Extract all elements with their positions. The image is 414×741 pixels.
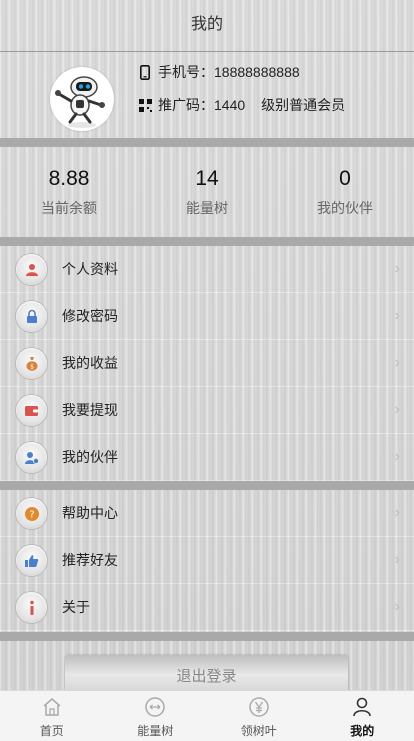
phone-icon	[138, 64, 152, 80]
menu-item-about[interactable]: 关于 ›	[0, 584, 414, 631]
chevron-right-icon: ›	[394, 551, 400, 568]
yen-icon	[207, 695, 311, 719]
tab-label: 能量树	[137, 724, 174, 738]
logout-label: 退出登录	[176, 668, 237, 685]
menu-item-label: 帮助中心	[62, 505, 118, 521]
menu-item-label: 个人资料	[62, 261, 118, 277]
person-icon	[311, 695, 414, 719]
menu-item-label: 我的伙伴	[62, 449, 118, 465]
partners-label: 我的伙伴	[317, 200, 373, 216]
level-value: 普通会员	[289, 97, 346, 113]
section-divider	[0, 632, 414, 641]
lock-icon	[16, 301, 47, 332]
chevron-right-icon: ›	[394, 448, 400, 465]
section-divider	[0, 138, 414, 147]
partners-value: 0	[339, 167, 351, 190]
menu-item-earnings[interactable]: $ 我的收益 ›	[0, 340, 414, 387]
balance-label: 当前余额	[41, 200, 97, 216]
menu-item-partners[interactable]: 我的伙伴 ›	[0, 434, 414, 481]
menu-item-recommend-friends[interactable]: 推荐好友 ›	[0, 537, 414, 584]
menu-group-help: ? 帮助中心 › 推荐好友 › 关于 ›	[0, 490, 414, 631]
menu-item-change-password[interactable]: 修改密码 ›	[0, 293, 414, 340]
stats-row: 8.88 当前余额 14 能量树 0 我的伙伴	[0, 147, 414, 237]
chevron-right-icon: ›	[394, 354, 400, 371]
promo-code: 1440	[214, 97, 246, 113]
bottom-tab-bar: 首页 能量树 领树叶 我的	[0, 690, 414, 741]
balance-value: 8.88	[48, 167, 90, 190]
tab-energy-tree[interactable]: 能量树	[104, 691, 208, 741]
svg-text:?: ?	[29, 509, 34, 520]
page-title: 我的	[190, 16, 223, 33]
section-divider	[0, 237, 414, 246]
menu-item-label: 关于	[62, 599, 90, 615]
help-icon: ?	[16, 498, 47, 529]
menu-group-account: 个人资料 › 修改密码 › $ 我的收益 › 我要提现 › 我的伙伴 ›	[0, 246, 414, 481]
level-label: 级别	[261, 97, 290, 113]
menu-item-withdraw[interactable]: 我要提现 ›	[0, 387, 414, 434]
phone-row: 手机号： 18888888888	[138, 62, 300, 82]
page-header: 我的	[0, 0, 414, 52]
tab-mine[interactable]: 我的	[311, 691, 414, 741]
menu-item-help-center[interactable]: ? 帮助中心 ›	[0, 490, 414, 537]
phone-number: 18888888888	[214, 64, 300, 80]
money-bag-icon: $	[16, 348, 47, 379]
qr-code-icon	[138, 97, 152, 113]
home-icon	[0, 695, 104, 719]
partner-icon	[16, 442, 47, 473]
menu-item-profile[interactable]: 个人资料 ›	[0, 246, 414, 293]
tab-label: 领树叶	[240, 724, 277, 738]
robot-avatar-icon	[55, 76, 105, 128]
phone-label: 手机号：	[158, 64, 214, 80]
thumbs-up-icon	[16, 545, 47, 576]
energy-icon	[104, 695, 208, 719]
energy-tree-label: 能量树	[186, 200, 228, 216]
promo-label: 推广码：	[158, 97, 214, 113]
section-divider	[0, 481, 414, 490]
tab-label: 首页	[39, 724, 64, 738]
chevron-right-icon: ›	[394, 260, 400, 277]
wallet-icon	[16, 395, 47, 426]
tab-collect-leaves[interactable]: 领树叶	[207, 691, 311, 741]
avatar[interactable]	[50, 67, 114, 131]
svg-text:$: $	[30, 364, 34, 371]
tab-home[interactable]: 首页	[0, 691, 104, 741]
stat-energy-tree[interactable]: 14 能量树	[138, 147, 276, 237]
menu-item-label: 修改密码	[62, 308, 118, 324]
stat-balance[interactable]: 8.88 当前余额	[0, 147, 138, 237]
chevron-right-icon: ›	[394, 307, 400, 324]
menu-item-label: 我的收益	[62, 355, 118, 371]
menu-item-label: 推荐好友	[62, 552, 118, 568]
promo-row: 推广码： 1440 级别 普通会员	[138, 95, 345, 115]
menu-item-label: 我要提现	[62, 402, 118, 418]
user-icon	[16, 254, 47, 285]
chevron-right-icon: ›	[394, 598, 400, 615]
info-icon	[16, 592, 47, 623]
stat-partners[interactable]: 0 我的伙伴	[276, 147, 414, 237]
chevron-right-icon: ›	[394, 401, 400, 418]
chevron-right-icon: ›	[394, 504, 400, 521]
tab-label: 我的	[350, 724, 375, 738]
energy-tree-value: 14	[195, 167, 219, 190]
profile-section: 手机号： 18888888888 推广码： 1440 级别 普通会员	[0, 52, 414, 138]
